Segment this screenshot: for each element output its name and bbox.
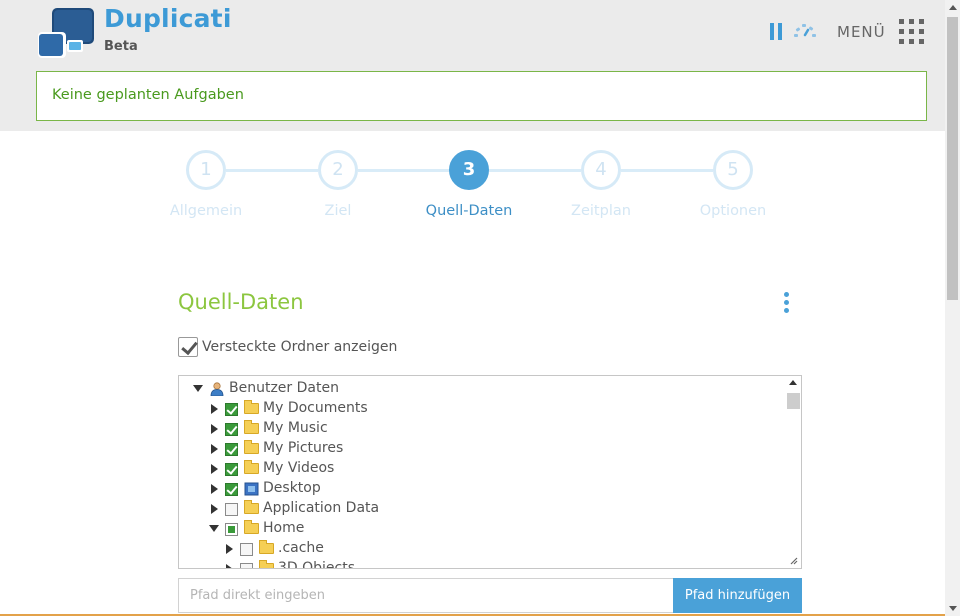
tree-checkbox[interactable] (225, 503, 238, 516)
scroll-up-arrow-icon[interactable] (949, 5, 957, 10)
scroll-up-arrow-icon[interactable] (789, 380, 797, 385)
brand-subtitle: Beta (104, 39, 138, 54)
user-icon (210, 382, 224, 396)
tree-item-label: My Music (263, 420, 328, 436)
expand-arrow-icon[interactable] (226, 544, 233, 554)
folder-icon (244, 500, 259, 514)
step-2-circle[interactable]: 2 (318, 150, 358, 190)
scheduled-tasks-notice: Keine geplanten Aufgaben (36, 71, 927, 121)
tree-item-label: Application Data (263, 500, 380, 516)
tree-item[interactable]: Home (209, 519, 609, 539)
folder-icon (259, 540, 274, 554)
step-3-label[interactable]: Quell-Daten (404, 203, 534, 219)
expand-arrow-icon[interactable] (211, 504, 218, 514)
collapse-arrow-icon[interactable] (193, 385, 203, 392)
tree-checkbox[interactable] (240, 563, 253, 568)
expand-arrow-icon[interactable] (211, 404, 218, 414)
tree-item[interactable]: My Pictures (209, 439, 609, 459)
step-1-label[interactable]: Allgemein (141, 203, 271, 219)
tree-checkbox[interactable] (225, 463, 238, 476)
step-connector (621, 169, 713, 172)
tree-root-label: Benutzer Daten (229, 380, 339, 396)
menu-label[interactable]: MENÜ (837, 23, 886, 41)
step-3-circle[interactable]: 3 (449, 150, 489, 190)
show-hidden-checkbox[interactable] (178, 337, 198, 357)
tree-checkbox[interactable] (225, 423, 238, 436)
step-connector (226, 169, 318, 172)
tree-item-label: 3D Objects (278, 560, 356, 569)
home-folder-icon (244, 520, 259, 534)
expand-arrow-icon[interactable] (211, 484, 218, 494)
tree-item[interactable]: Application Data (209, 499, 609, 519)
tree-item[interactable]: 3D Objects (224, 559, 624, 569)
tree-checkbox[interactable] (225, 483, 238, 496)
menu-grid-icon[interactable] (899, 19, 925, 45)
duplicati-logo-icon[interactable] (36, 6, 96, 60)
folder-icon (244, 460, 259, 474)
tree-item-label: .cache (278, 540, 324, 556)
throttle-gauge-icon[interactable] (792, 21, 818, 41)
tree-item-label: My Pictures (263, 440, 344, 456)
notice-text: Keine geplanten Aufgaben (52, 87, 244, 103)
more-options-icon[interactable] (784, 292, 790, 314)
tree-scrollbar[interactable] (786, 376, 801, 568)
tree-item-label: Desktop (263, 480, 321, 496)
section-title: Quell-Daten (178, 290, 304, 314)
path-input[interactable] (178, 578, 674, 613)
tree-item[interactable]: My Videos (209, 459, 609, 479)
step-connector (489, 169, 581, 172)
show-hidden-label: Versteckte Ordner anzeigen (202, 339, 398, 355)
tree-root[interactable]: Benutzer Daten (193, 379, 593, 399)
step-5-label[interactable]: Optionen (668, 203, 798, 219)
source-folder-tree[interactable]: Benutzer Daten My Documents My Music My … (178, 375, 802, 569)
step-1-circle[interactable]: 1 (186, 150, 226, 190)
step-5-circle[interactable]: 5 (713, 150, 753, 190)
step-4-circle[interactable]: 4 (581, 150, 621, 190)
app-header: Duplicati Beta MENÜ Keine geplanten Aufg… (0, 0, 945, 131)
tree-checkbox[interactable] (225, 443, 238, 456)
step-2-label[interactable]: Ziel (273, 203, 403, 219)
scroll-down-arrow-icon[interactable] (949, 606, 957, 611)
tree-checkbox[interactable] (225, 403, 238, 416)
expand-arrow-icon[interactable] (211, 464, 218, 474)
desktop-icon (244, 482, 259, 496)
tree-item[interactable]: My Documents (209, 399, 609, 419)
tree-item[interactable]: Desktop (209, 479, 609, 499)
add-path-button[interactable]: Pfad hinzufügen (673, 578, 802, 613)
wizard-stepper: 1 2 3 4 5 Allgemein Ziel Quell-Daten Zei… (0, 150, 945, 230)
expand-arrow-icon[interactable] (211, 444, 218, 454)
expand-arrow-icon[interactable] (211, 424, 218, 434)
tree-scrollbar-thumb[interactable] (787, 393, 800, 409)
page-scrollbar[interactable] (945, 0, 960, 616)
tree-checkbox[interactable] (240, 543, 253, 556)
brand-name[interactable]: Duplicati (104, 4, 232, 33)
music-folder-icon (244, 420, 259, 434)
collapse-arrow-icon[interactable] (209, 525, 219, 532)
step-connector (358, 169, 450, 172)
tree-checkbox[interactable] (225, 523, 238, 536)
tree-item-label: Home (263, 520, 305, 536)
tree-item-label: My Videos (263, 460, 335, 476)
tree-item[interactable]: My Music (209, 419, 609, 439)
tree-item-label: My Documents (263, 400, 368, 416)
tree-item[interactable]: .cache (224, 539, 624, 559)
documents-folder-icon (244, 400, 259, 414)
folder-icon (259, 560, 274, 568)
step-4-label[interactable]: Zeitplan (536, 203, 666, 219)
resize-grip-icon[interactable] (790, 557, 798, 565)
page-scrollbar-thumb[interactable] (947, 17, 958, 300)
pictures-folder-icon (244, 440, 259, 454)
pause-icon[interactable] (770, 23, 783, 40)
expand-arrow-icon[interactable] (226, 564, 233, 568)
